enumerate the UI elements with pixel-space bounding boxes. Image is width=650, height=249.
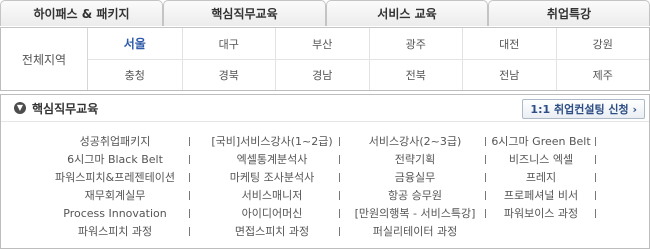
course-divider (595, 137, 596, 146)
course-link[interactable]: 파워보이스 과정 (466, 205, 616, 222)
course-link[interactable]: 성공취업패키지 (40, 133, 190, 150)
course-link[interactable]: 서비스매니저 (197, 187, 347, 204)
course-link[interactable]: 6시그마 Green Belt (466, 133, 616, 150)
course-link[interactable]: 비즈니스 엑셀 (466, 151, 616, 168)
section-title: 핵심직무교육 (32, 102, 99, 116)
course-divider (595, 191, 596, 200)
section-header: ▼ 핵심직무교육 1:1 취업컨설팅 신청 › (1, 95, 649, 122)
course-link[interactable]: 마케팅 조사분석사 (197, 169, 347, 186)
tab-hipass-package[interactable]: 하이패스 & 패키지 (0, 0, 163, 26)
region-jeonbuk[interactable]: 전북 (368, 59, 463, 90)
course-divider (595, 155, 596, 164)
chevron-down-icon: ▼ (14, 102, 26, 114)
region-busan[interactable]: 부산 (275, 28, 369, 59)
course-divider (189, 227, 190, 236)
course-link[interactable]: 6시그마 Black Belt (40, 151, 190, 168)
course-divider (189, 155, 190, 164)
core-job-section: ▼ 핵심직무교육 1:1 취업컨설팅 신청 › 성공취업패키지 [국비]서비스강사… (0, 94, 650, 249)
course-link[interactable]: 파워스피치&프레젠테이션 (40, 169, 190, 186)
region-all-label[interactable]: 전체지역 (1, 28, 88, 90)
region-seoul[interactable]: 서울 (88, 28, 182, 59)
course-divider (189, 137, 190, 146)
course-link[interactable]: 엑셀통계분석사 (197, 151, 347, 168)
course-divider (189, 209, 190, 218)
course-divider (595, 209, 596, 218)
region-selector: 전체지역 서울 대구 부산 광주 대전 강원 충청 경북 경남 전북 전남 제주 (0, 28, 650, 91)
region-row-1: 서울 대구 부산 광주 대전 강원 (88, 28, 649, 60)
tab-service-training[interactable]: 서비스 교육 (326, 0, 488, 26)
course-divider (189, 191, 190, 200)
course-link[interactable]: 퍼실리테이터 과정 (340, 223, 490, 240)
region-row-2: 충청 경북 경남 전북 전남 제주 (88, 59, 649, 90)
consulting-apply-button[interactable]: 1:1 취업컨설팅 신청 › (522, 99, 645, 119)
region-daegu[interactable]: 대구 (181, 28, 276, 59)
course-link[interactable]: 파워스피치 과정 (40, 223, 190, 240)
tab-core-job-training[interactable]: 핵심직무교육 (163, 0, 326, 26)
region-chungcheong[interactable]: 충청 (88, 59, 182, 90)
course-link[interactable]: 프로페셔널 비서 (466, 187, 616, 204)
tab-job-lecture[interactable]: 취업특강 (488, 0, 650, 26)
course-link[interactable]: 재무회계실무 (40, 187, 190, 204)
region-gwangju[interactable]: 광주 (368, 28, 463, 59)
course-link[interactable]: 프레지 (466, 169, 616, 186)
region-gyeongbuk[interactable]: 경북 (181, 59, 276, 90)
region-jeonnam[interactable]: 전남 (462, 59, 556, 90)
category-tabs: 하이패스 & 패키지 핵심직무교육 서비스 교육 취업특강 (0, 0, 650, 28)
region-jeju[interactable]: 제주 (555, 59, 650, 90)
course-link[interactable]: 면접스피치 과정 (197, 223, 347, 240)
course-link[interactable]: [국비]서비스강사(1~2급) (197, 133, 347, 150)
region-gyeongnam[interactable]: 경남 (275, 59, 369, 90)
course-link[interactable]: 아이디어머신 (197, 205, 347, 222)
region-gangwon[interactable]: 강원 (555, 28, 650, 59)
course-divider (595, 173, 596, 182)
course-divider (189, 173, 190, 182)
region-daejeon[interactable]: 대전 (462, 28, 556, 59)
course-link[interactable]: Process Innovation (40, 205, 190, 222)
